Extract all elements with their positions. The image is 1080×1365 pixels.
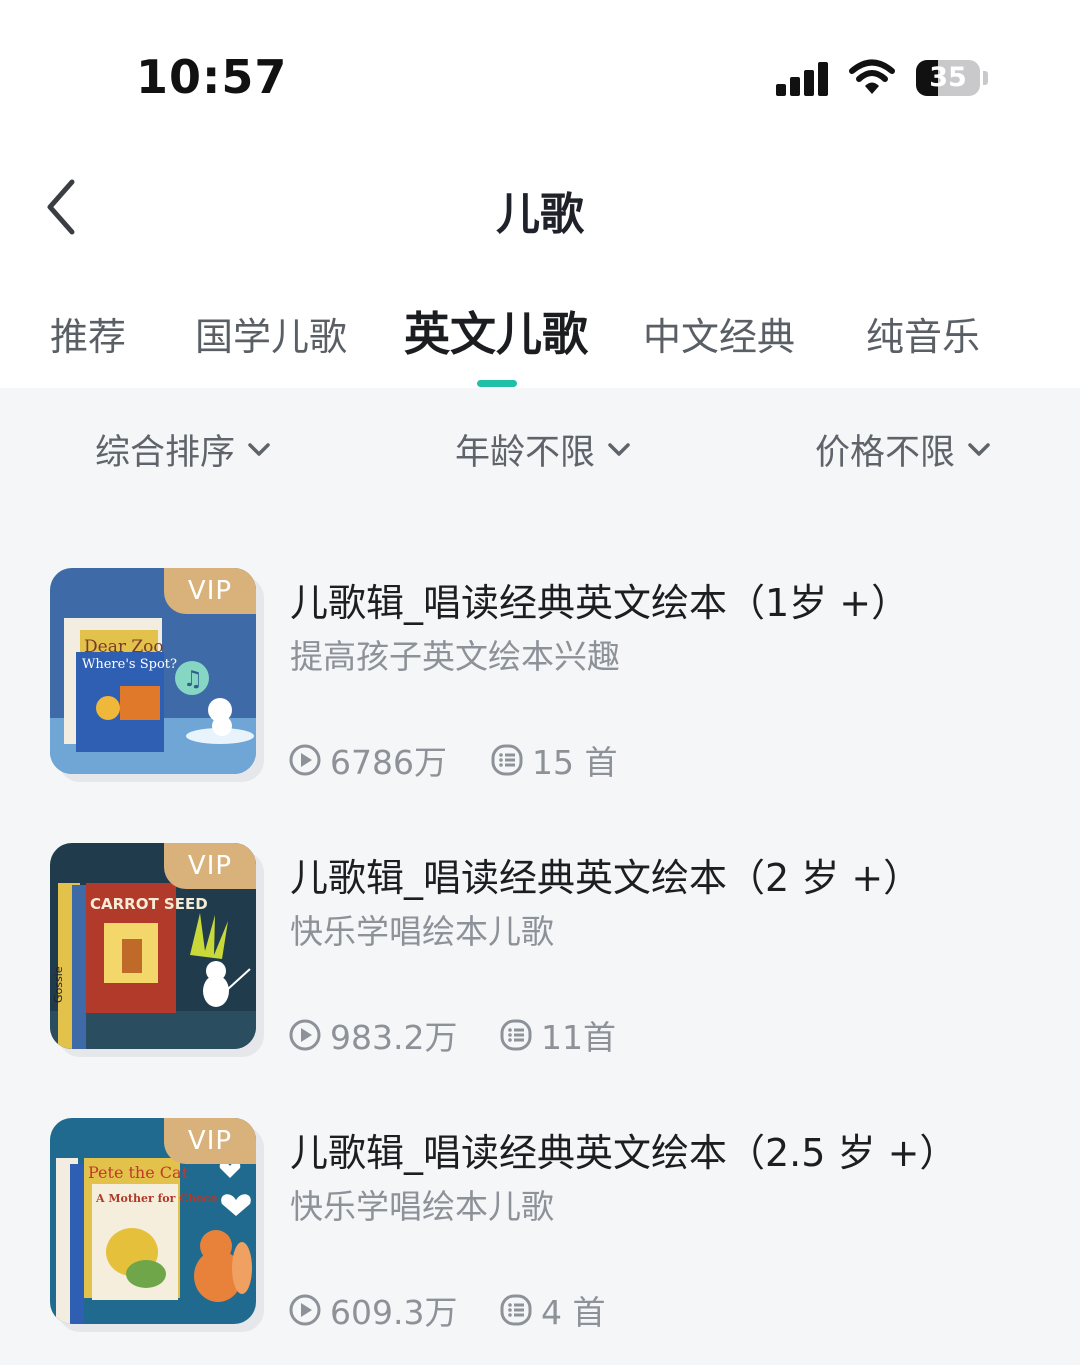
play-count-icon [289,1019,321,1051]
track-count: 11首 [499,1011,616,1059]
cover-book-text: Where's Spot? [82,657,177,672]
price-filter[interactable]: 价格不限 [815,424,991,475]
chevron-down-icon [608,442,630,456]
age-filter-label: 年龄不限 [455,433,596,473]
album-card[interactable]: Dear Zoo Where's Spot? ♫ VIP 儿歌辑_唱读经典英文绘… [50,568,1050,782]
chevron-down-icon [248,442,270,456]
play-count-value: 6786万 [330,743,447,782]
cover-book-text: CARROT SEED [90,895,208,913]
album-subtitle: 快乐学唱绘本儿歌 [290,1187,554,1226]
album-title: 儿歌辑_唱读经典英文绘本（2.5 岁 +） [290,1131,958,1175]
track-count-value: 11首 [541,1018,616,1057]
play-count: 609.3万 [288,1286,457,1334]
play-count-icon [289,744,321,776]
tab-pure-music[interactable]: 纯音乐 [866,306,980,361]
track-list-icon [500,1019,532,1051]
svg-text:♫: ♫ [183,667,203,692]
cover-book-text: Dear Zoo [84,637,164,657]
category-tabs: 推荐 国学儿歌 英文儿歌 中文经典 纯音乐 [0,296,1080,388]
cover-book-text: Pete the Cat [88,1163,189,1182]
age-filter[interactable]: 年龄不限 [455,424,631,475]
vip-badge: VIP [164,843,256,889]
album-title: 儿歌辑_唱读经典英文绘本（1岁 +） [290,581,910,625]
play-count: 983.2万 [288,1011,457,1059]
track-count: 15 首 [490,736,617,784]
battery-tip [983,71,988,85]
active-tab-indicator [477,380,517,387]
status-bar: 10:57 35 [0,0,1080,150]
tab-english-songs[interactable]: 英文儿歌 [404,298,588,364]
track-count-value: 15 首 [532,743,618,782]
album-subtitle: 提高孩子英文绘本兴趣 [290,637,620,676]
play-count: 6786万 [288,736,447,784]
track-count: 4 首 [499,1286,606,1334]
battery-icon: 35 [916,60,980,96]
price-filter-label: 价格不限 [815,433,956,473]
album-cover-image: Dear Zoo Where's Spot? ♫ VIP [50,568,256,774]
album-cover-image: CARROT SEED Gossie VIP [50,843,256,1049]
album-card[interactable]: Pete the Cat A Mother for Choco VIP 儿歌辑_… [50,1118,1050,1332]
status-time: 10:57 [136,50,288,104]
track-list-icon [491,744,523,776]
sort-filter[interactable]: 综合排序 [95,424,271,475]
play-count-value: 983.2万 [330,1018,458,1057]
tab-guoxue-songs[interactable]: 国学儿歌 [195,306,347,361]
tab-recommend[interactable]: 推荐 [50,306,126,361]
header-area: 10:57 35 儿歌 推荐 国学儿歌 英文儿歌 中文经典 纯音乐 [0,0,1080,388]
page-title: 儿歌 [496,189,584,240]
album-card[interactable]: CARROT SEED Gossie VIP 儿歌辑_唱读经典英文绘本（2 岁 … [50,843,1050,1057]
wifi-icon [849,59,895,94]
battery-level: 35 [929,62,967,93]
track-count-value: 4 首 [541,1293,606,1332]
album-cover-image: Pete the Cat A Mother for Choco VIP [50,1118,256,1324]
album-title: 儿歌辑_唱读经典英文绘本（2 岁 +） [290,856,922,900]
play-count-icon [289,1294,321,1326]
vip-badge: VIP [164,1118,256,1164]
vip-badge: VIP [164,568,256,614]
tab-chinese-classics[interactable]: 中文经典 [643,306,795,361]
cellular-signal-icon [776,62,828,96]
cover-book-text: A Mother for Choco [95,1192,217,1205]
play-count-value: 609.3万 [330,1293,458,1332]
sort-filter-label: 综合排序 [95,433,236,473]
chevron-down-icon [968,442,990,456]
cover-book-text: Gossie [52,966,65,1003]
filter-bar: 综合排序 年龄不限 价格不限 [0,388,1080,498]
album-subtitle: 快乐学唱绘本儿歌 [290,912,554,951]
track-list-icon [500,1294,532,1326]
